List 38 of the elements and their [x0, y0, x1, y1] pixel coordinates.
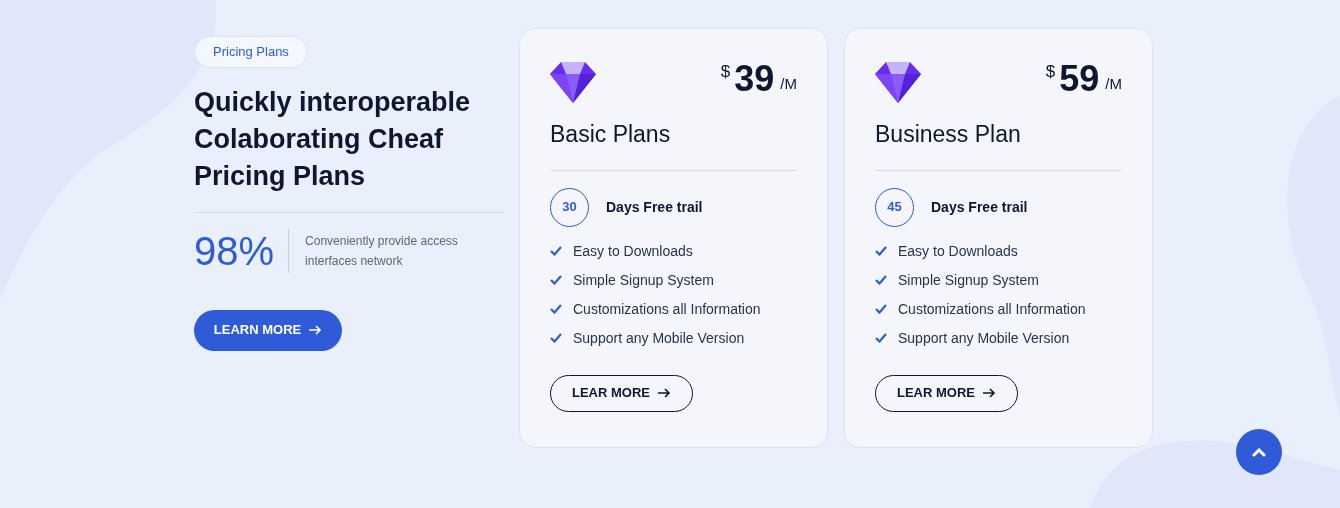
price-period: /M: [780, 76, 797, 91]
trial-label: Days Free trail: [931, 197, 1028, 217]
trial-label: Days Free trail: [606, 197, 703, 217]
check-icon: [875, 333, 887, 343]
feature-text: Easy to Downloads: [573, 241, 693, 261]
stat-description: Conveniently provide access interfaces network: [304, 232, 459, 270]
arrow-right-icon: [309, 325, 323, 335]
check-icon: [550, 246, 562, 256]
chevron-up-icon: [1252, 447, 1266, 457]
check-icon: [550, 333, 562, 343]
section-heading: Quickly interoperable Colaborating Cheaf Pricing Plans: [194, 85, 472, 193]
diamond-icon: [550, 61, 596, 103]
plan-title: Basic Plans: [550, 117, 797, 171]
price-period: /M: [1105, 76, 1122, 91]
feature-text: Support any Mobile Version: [573, 328, 745, 348]
section-badge: Pricing Plans: [194, 36, 308, 68]
check-icon: [550, 304, 562, 314]
check-icon: [875, 246, 887, 256]
check-icon: [550, 275, 562, 285]
feature-text: Easy to Downloads: [898, 241, 1018, 261]
price: 59: [1059, 61, 1100, 97]
plan-title: Business Plan: [875, 117, 1122, 171]
arrow-right-icon: [983, 388, 996, 398]
check-icon: [875, 275, 887, 285]
check-icon: [875, 304, 887, 314]
learn-more-button[interactable]: LEARN MORE: [194, 309, 342, 351]
price: 39: [734, 61, 775, 97]
feature-text: Support any Mobile Version: [898, 328, 1070, 348]
currency: $: [1045, 63, 1056, 80]
currency: $: [720, 63, 731, 80]
feature-text: Customizations all Information: [573, 299, 761, 319]
feature-text: Simple Signup System: [573, 270, 714, 290]
diamond-icon: [875, 61, 921, 103]
scroll-to-top-button[interactable]: [1236, 429, 1282, 475]
stat-value: 98%: [194, 228, 290, 273]
feature-text: Customizations all Information: [898, 299, 1086, 319]
arrow-right-icon: [658, 388, 671, 398]
feature-text: Simple Signup System: [898, 270, 1039, 290]
